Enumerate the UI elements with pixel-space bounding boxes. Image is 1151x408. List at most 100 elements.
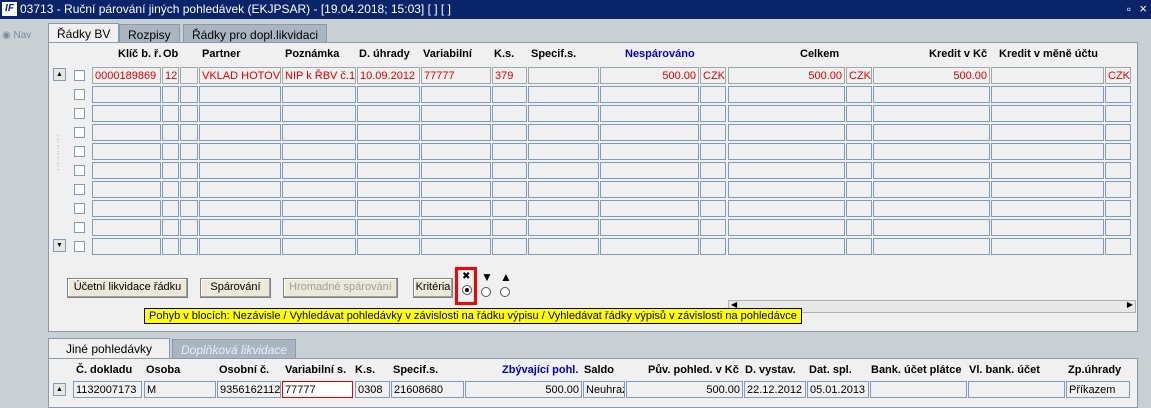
row-select-checkbox[interactable] <box>74 89 85 100</box>
grid-cell-mena2[interactable] <box>846 86 872 103</box>
grid-cell-ks[interactable] <box>492 219 527 236</box>
grid-cell-poznamka[interactable] <box>282 86 356 103</box>
grid-cell-klic[interactable] <box>92 219 161 236</box>
grid-cell-kredit-kc[interactable] <box>873 162 990 179</box>
grid-cell-blank[interactable] <box>180 67 198 84</box>
kriteria-button[interactable]: Kritéria <box>413 278 453 298</box>
grid-cell-mena2[interactable] <box>846 181 872 198</box>
scroll-up-button[interactable]: ▲ <box>53 68 66 81</box>
grid-cell-ob[interactable] <box>162 238 179 255</box>
grid-cell-nesparovano[interactable] <box>600 200 699 217</box>
grid-cell-poznamka[interactable] <box>282 181 356 198</box>
grid-cell-mena2[interactable] <box>846 200 872 217</box>
grid-cell-mena3[interactable] <box>1105 219 1131 236</box>
grid-cell-partner[interactable] <box>199 86 281 103</box>
tab-doplnkova-likvidace[interactable]: Doplňková likvidace <box>172 339 297 359</box>
grid-cell-kredit-mena[interactable] <box>991 219 1104 236</box>
grid-cell-celkem[interactable] <box>728 162 845 179</box>
grid-cell-mena1[interactable]: CZK <box>700 67 726 84</box>
grid-cell-partner[interactable] <box>199 143 281 160</box>
grid-cell-ob[interactable] <box>162 162 179 179</box>
tab-radky-bv[interactable]: Řádky BV <box>48 23 120 44</box>
grid-cell-kredit-kc[interactable]: 500.00 <box>873 67 990 84</box>
grid-cell-celkem[interactable] <box>728 86 845 103</box>
grid-cell-blank[interactable] <box>180 219 198 236</box>
grid-cell-ob[interactable]: 12 <box>162 67 179 84</box>
hromadne-sparovani-button[interactable]: Hromadné spárování <box>283 278 398 298</box>
grid-cell-celkem[interactable] <box>728 219 845 236</box>
grid-cell-kredit-kc[interactable] <box>873 86 990 103</box>
cell-c-dokladu[interactable]: 1132007173 <box>73 381 142 398</box>
grid-cell-mena1[interactable] <box>700 124 726 141</box>
grid-cell-celkem[interactable] <box>728 181 845 198</box>
grid-cell-duhrady[interactable] <box>357 200 420 217</box>
cell-vl-bank-ucet[interactable] <box>968 381 1065 398</box>
grid-cell-ks[interactable] <box>492 143 527 160</box>
grid-cell-celkem[interactable] <box>728 200 845 217</box>
grid-cell-variabilni[interactable]: 77777 <box>421 67 491 84</box>
grid-cell-duhrady[interactable] <box>357 124 420 141</box>
cell-d-vystav[interactable]: 22.12.2012 <box>744 381 806 398</box>
grid-cell-mena3[interactable] <box>1105 143 1131 160</box>
cell-ks[interactable]: 0308 <box>355 381 390 398</box>
grid-cell-duhrady[interactable] <box>357 181 420 198</box>
grid-cell-duhrady[interactable] <box>357 219 420 236</box>
grid-cell-specif[interactable] <box>528 67 599 84</box>
row-select-checkbox[interactable] <box>74 165 85 176</box>
grid-cell-kredit-mena[interactable] <box>991 238 1104 255</box>
grid-cell-klic[interactable] <box>92 86 161 103</box>
grid-cell-duhrady[interactable] <box>357 86 420 103</box>
cell-dat-spl[interactable]: 05.01.2013 <box>807 381 869 398</box>
grid-cell-nesparovano[interactable] <box>600 238 699 255</box>
grid-cell-kredit-kc[interactable] <box>873 105 990 122</box>
cell-specif[interactable]: 21608680 <box>391 381 464 398</box>
grid-cell-specif[interactable] <box>528 105 599 122</box>
grid-cell-variabilni[interactable] <box>421 200 491 217</box>
grid-cell-klic[interactable] <box>92 162 161 179</box>
nav-toggle[interactable]: ◉ Nav <box>2 30 31 41</box>
grid-cell-mena1[interactable] <box>700 181 726 198</box>
grid-cell-ks[interactable] <box>492 162 527 179</box>
grid-cell-kredit-kc[interactable] <box>873 219 990 236</box>
cell-bank-ucet-platce[interactable] <box>870 381 967 398</box>
scroll-right-icon[interactable]: ▶ <box>1127 300 1133 309</box>
grid-cell-ks[interactable] <box>492 238 527 255</box>
grid-cell-mena1[interactable] <box>700 86 726 103</box>
grid-cell-variabilni[interactable] <box>421 181 491 198</box>
restore-icon[interactable]: ▫ <box>1127 2 1131 16</box>
grid-cell-specif[interactable] <box>528 86 599 103</box>
cell-osobni[interactable]: 9356162112 <box>217 381 281 398</box>
grid-cell-variabilni[interactable] <box>421 86 491 103</box>
grid-cell-ks[interactable] <box>492 200 527 217</box>
row-select-checkbox[interactable] <box>74 222 85 233</box>
grid-cell-duhrady[interactable]: 10.09.2012 <box>357 67 420 84</box>
grid-cell-mena2[interactable]: CZK <box>846 67 872 84</box>
grid-cell-poznamka[interactable] <box>282 200 356 217</box>
cell-puv-pohled[interactable]: 500.00 <box>626 381 743 398</box>
grid-cell-ks[interactable]: 379 <box>492 67 527 84</box>
grid-cell-mena3[interactable]: CZK <box>1105 67 1131 84</box>
grid-cell-mena1[interactable] <box>700 200 726 217</box>
grid-cell-duhrady[interactable] <box>357 143 420 160</box>
grid-cell-variabilni[interactable] <box>421 238 491 255</box>
tab-rozpisy[interactable]: Rozpisy <box>119 24 180 44</box>
grid-cell-variabilni[interactable] <box>421 143 491 160</box>
grid-cell-poznamka[interactable] <box>282 143 356 160</box>
grid-cell-mena2[interactable] <box>846 238 872 255</box>
bottom-scroll-up-button[interactable]: ▲ <box>53 383 66 396</box>
grid-cell-nesparovano[interactable] <box>600 219 699 236</box>
grid-cell-ob[interactable] <box>162 105 179 122</box>
cell-osoba[interactable]: M <box>144 381 216 398</box>
grid-cell-kredit-kc[interactable] <box>873 181 990 198</box>
cell-zbyvajici[interactable]: 500.00 <box>465 381 582 398</box>
grid-cell-ks[interactable] <box>492 181 527 198</box>
grid-cell-nesparovano[interactable] <box>600 162 699 179</box>
grid-cell-ks[interactable] <box>492 86 527 103</box>
grid-cell-specif[interactable] <box>528 143 599 160</box>
grid-cell-specif[interactable] <box>528 200 599 217</box>
grid-cell-kredit-mena[interactable] <box>991 143 1104 160</box>
grid-cell-nesparovano[interactable] <box>600 181 699 198</box>
grid-cell-specif[interactable] <box>528 162 599 179</box>
grid-cell-partner[interactable] <box>199 238 281 255</box>
grid-cell-kredit-mena[interactable] <box>991 67 1104 84</box>
